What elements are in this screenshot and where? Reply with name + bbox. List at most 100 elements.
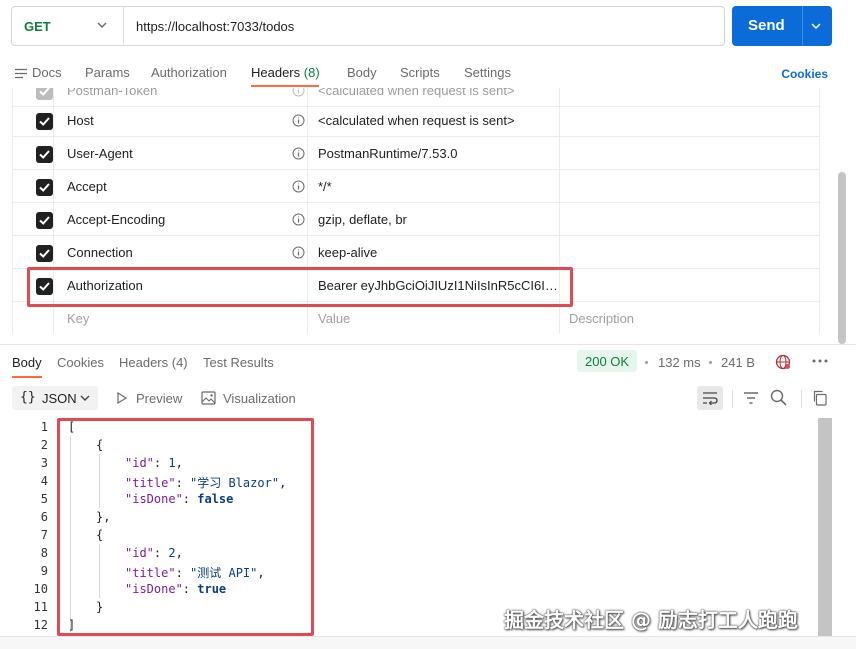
header-value-cell[interactable]: */*: [308, 170, 560, 203]
code-text: {: [96, 528, 104, 542]
resp-tab-body[interactable]: Body: [12, 355, 42, 370]
code-line: 6},: [0, 508, 832, 526]
response-scrollbar[interactable]: [818, 418, 832, 636]
search-icon[interactable]: [770, 389, 787, 406]
active-tab-indicator: [251, 85, 319, 87]
row-check-cell: [12, 137, 54, 170]
header-value: <calculated when request is sent>: [318, 113, 515, 128]
line-number: 9: [40, 564, 48, 578]
json-colon: :: [175, 566, 191, 580]
tab-settings[interactable]: Settings: [464, 65, 511, 80]
header-desc-cell[interactable]: [560, 170, 820, 203]
header-value-cell[interactable]: <calculated when request is sent>: [308, 104, 560, 137]
checkbox-checked-icon[interactable]: [36, 146, 53, 163]
header-desc-cell[interactable]: [560, 236, 820, 269]
method-select[interactable]: GET: [12, 7, 124, 45]
headers-table: Postman-Token <calculated when request i…: [12, 88, 820, 334]
chevron-down-icon: [80, 395, 90, 401]
toolbar-separator: [801, 390, 802, 408]
header-desc-cell[interactable]: [560, 269, 820, 302]
new-description-input[interactable]: Description: [560, 302, 820, 334]
header-key-cell[interactable]: Host: [54, 104, 308, 137]
checkbox-checked-icon[interactable]: [36, 245, 53, 262]
header-value: keep-alive: [318, 245, 378, 260]
response-time[interactable]: 132 ms: [658, 355, 701, 370]
tab-authorization[interactable]: Authorization: [151, 65, 227, 80]
tab-scripts[interactable]: Scripts: [400, 65, 440, 80]
checkbox-checked-icon[interactable]: [36, 113, 53, 130]
cookies-link[interactable]: Cookies: [781, 67, 828, 81]
copy-icon[interactable]: [812, 390, 827, 406]
image-icon[interactable]: [201, 391, 216, 405]
header-value: gzip, deflate, br: [318, 212, 407, 227]
table-row: Connection keep-alive: [12, 236, 820, 269]
json-key: "id": [125, 546, 154, 560]
info-icon[interactable]: [292, 213, 305, 226]
info-icon[interactable]: [292, 246, 305, 259]
header-value-cell[interactable]: keep-alive: [308, 236, 560, 269]
header-key-cell[interactable]: Accept-Encoding: [54, 203, 308, 236]
header-desc-cell[interactable]: [560, 137, 820, 170]
header-desc-cell[interactable]: [560, 203, 820, 236]
preview-button[interactable]: Preview: [136, 391, 182, 406]
globe-icon[interactable]: [775, 354, 791, 370]
code-line: 3 "id": 1,: [0, 454, 832, 472]
url-input[interactable]: https://localhost:7033/todos: [136, 19, 294, 34]
wrap-button[interactable]: [697, 386, 723, 410]
request-scrollbar[interactable]: [838, 172, 846, 344]
tab-docs[interactable]: Docs: [32, 65, 62, 80]
header-value-cell[interactable]: PostmanRuntime/7.53.0: [308, 137, 560, 170]
checkbox-checked-icon[interactable]: [36, 278, 53, 295]
code-line: 2{: [0, 436, 832, 454]
pane-divider[interactable]: [0, 344, 856, 345]
checkbox-checked-icon[interactable]: [36, 212, 53, 229]
header-key: Accept: [67, 179, 107, 194]
header-key-cell[interactable]: Accept: [54, 170, 308, 203]
filter-icon[interactable]: [743, 391, 759, 405]
tab-body[interactable]: Body: [347, 65, 377, 80]
checkbox-checked-icon[interactable]: [36, 179, 53, 196]
info-icon[interactable]: [292, 180, 305, 193]
more-icon[interactable]: [812, 359, 828, 363]
json-comma: ,: [279, 476, 287, 490]
header-key-cell[interactable]: User-Agent: [54, 137, 308, 170]
info-icon[interactable]: [292, 114, 305, 127]
resp-tab-test-results[interactable]: Test Results: [203, 355, 274, 370]
send-label: Send: [748, 17, 785, 34]
method-label: GET: [24, 19, 51, 34]
json-colon: :: [175, 476, 191, 490]
new-key-input[interactable]: Key: [54, 302, 308, 334]
new-value-placeholder: Value: [318, 311, 351, 326]
header-key-cell[interactable]: Authorization: [54, 269, 308, 302]
header-desc-cell[interactable]: [560, 104, 820, 137]
code-line: 5 "isDone": false: [0, 490, 832, 508]
json-boolean: true: [197, 582, 227, 596]
info-icon[interactable]: [292, 147, 305, 160]
code-text: "isDone": true: [125, 582, 226, 596]
docs-icon[interactable]: [14, 68, 28, 79]
status-badge[interactable]: 200 OK: [577, 350, 637, 372]
header-value-cell[interactable]: gzip, deflate, br: [308, 203, 560, 236]
resp-tab-headers[interactable]: Headers (4): [119, 355, 188, 370]
line-number: 7: [40, 528, 48, 542]
table-row-new: Key Value Description: [12, 302, 820, 334]
play-icon[interactable]: [116, 392, 128, 404]
line-number: 12: [33, 618, 48, 632]
send-button[interactable]: Send: [732, 6, 832, 46]
header-key-cell[interactable]: Connection: [54, 236, 308, 269]
format-select[interactable]: {} JSON: [12, 386, 98, 410]
header-key: Accept-Encoding: [67, 212, 166, 227]
checkbox-checked-icon[interactable]: [36, 88, 53, 100]
new-value-input[interactable]: Value: [308, 302, 560, 334]
resp-tab-cookies[interactable]: Cookies: [57, 355, 104, 370]
tab-params[interactable]: Params: [85, 65, 130, 80]
tab-headers[interactable]: Headers (8): [251, 65, 320, 80]
response-size[interactable]: 241 B: [721, 355, 755, 370]
chevron-down-icon[interactable]: [810, 20, 822, 32]
code-text: ]: [68, 618, 76, 632]
header-value-cell[interactable]: Bearer eyJhbGciOiJIUzI1NiIsInR5cCI6Ikp..…: [308, 269, 560, 302]
new-description-placeholder: Description: [569, 311, 635, 326]
code-text: {: [96, 438, 104, 452]
send-divider: [802, 6, 803, 46]
visualization-button[interactable]: Visualization: [223, 391, 296, 406]
